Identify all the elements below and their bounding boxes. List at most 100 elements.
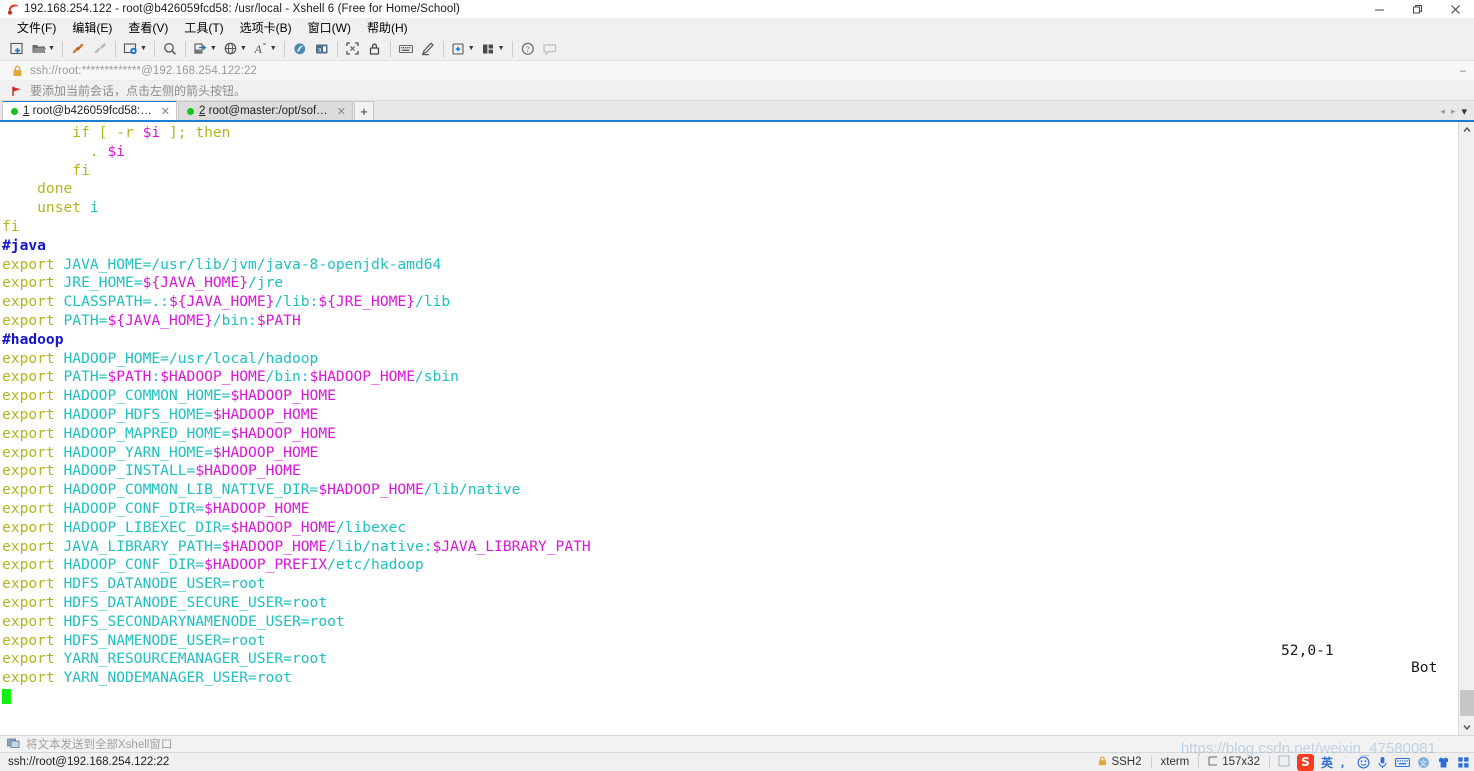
- chevron-down-icon[interactable]: ▼: [468, 45, 475, 52]
- new-session-icon[interactable]: [6, 38, 28, 60]
- terminal-span: $HADOOP_HOME: [230, 424, 336, 442]
- menu-tools[interactable]: 工具(T): [177, 17, 230, 38]
- terminal-span: JAVA_HOME=/usr/lib/jvm/java-8-openjdk-am…: [63, 255, 442, 273]
- ime-punctuation-icon[interactable]: ，: [1340, 755, 1350, 770]
- tab-session-2[interactable]: 2 root@master:/opt/software ✕: [178, 101, 353, 120]
- skin-icon[interactable]: [1437, 756, 1450, 769]
- terminal-span: export: [2, 255, 64, 273]
- close-icon[interactable]: ✕: [161, 105, 170, 118]
- terminal-scrollbar[interactable]: [1458, 122, 1474, 735]
- terminal-line: #hadoop: [2, 331, 1458, 350]
- terminal-area: if [ -r $i ]; then . $i fi done unset if…: [0, 122, 1474, 735]
- terminal-span: HADOOP_HDFS_HOME=: [63, 405, 213, 423]
- quick-command-icon[interactable]: a: [311, 38, 333, 60]
- chat-icon[interactable]: [539, 38, 561, 60]
- menu-edit[interactable]: 编辑(E): [65, 17, 119, 38]
- close-button[interactable]: [1436, 0, 1474, 18]
- address-value[interactable]: ssh://root:*************@192.168.254.122…: [30, 65, 257, 77]
- layout-icon[interactable]: ▼: [478, 38, 508, 60]
- new-tab-icon[interactable]: ▼: [448, 38, 478, 60]
- tab-label: 2 root@master:/opt/software: [199, 105, 330, 117]
- scrollbar-track[interactable]: [1459, 138, 1474, 719]
- terminal-span: /lib/native: [423, 481, 521, 499]
- terminal-span: .: [2, 142, 108, 160]
- toolbar-separator: [114, 40, 116, 57]
- disconnect-icon[interactable]: [89, 38, 111, 60]
- font-size-icon[interactable]: A ▼: [250, 38, 280, 60]
- add-tab-button[interactable]: +: [354, 101, 374, 120]
- menu-window[interactable]: 窗口(W): [301, 17, 358, 38]
- menu-help[interactable]: 帮助(H): [360, 17, 415, 38]
- tab-bar: 1 root@b426059fcd58: /usr/... ✕ 2 root@m…: [0, 101, 1474, 122]
- send-to-all-bar[interactable]: 将文本发送到全部Xshell窗口: [0, 735, 1474, 752]
- tab-session-1[interactable]: 1 root@b426059fcd58: /usr/... ✕: [2, 101, 177, 120]
- vim-scroll-indicator: Bot: [1411, 659, 1438, 676]
- scrollbar-thumb[interactable]: [1459, 690, 1474, 716]
- terminal-span: HADOOP_CONF_DIR=: [63, 499, 205, 517]
- keyboard-icon[interactable]: [1395, 757, 1410, 768]
- tray-misc-icon[interactable]: [1278, 755, 1290, 770]
- tab-menu-icon[interactable]: ▾: [1461, 105, 1467, 118]
- terminal-span: /lib: [414, 293, 451, 311]
- lock-icon[interactable]: [364, 38, 386, 60]
- terminal-span: $HADOOP_HOME: [204, 499, 310, 517]
- microphone-icon[interactable]: [1377, 756, 1388, 769]
- terminal-line: export HADOOP_MAPRED_HOME=$HADOOP_HOME: [2, 425, 1458, 444]
- chevron-down-icon[interactable]: ▼: [140, 45, 147, 52]
- system-tray: S 英 ， 文: [1270, 753, 1470, 771]
- emoji-icon[interactable]: [1357, 756, 1370, 769]
- session-properties-icon[interactable]: ▼: [120, 38, 150, 60]
- close-icon[interactable]: ✕: [337, 105, 346, 118]
- compose-bar-icon[interactable]: [395, 38, 417, 60]
- window-controls: [1360, 0, 1474, 18]
- session-hint-bar: 要添加当前会话，点击左侧的箭头按钮。: [0, 81, 1474, 101]
- chevron-down-icon[interactable]: ▼: [48, 45, 55, 52]
- terminal-span: HADOOP_INSTALL=: [63, 462, 196, 480]
- send-to-all-icon[interactable]: [7, 737, 20, 752]
- scroll-up-icon[interactable]: [1459, 122, 1474, 138]
- terminal-span: JAVA_LIBRARY_PATH=: [63, 537, 222, 555]
- vim-status-line: 52,0-1 Bot: [0, 625, 1474, 693]
- tab-status-dot: [11, 107, 18, 115]
- ime-language-label[interactable]: 英: [1321, 754, 1333, 771]
- scroll-down-icon[interactable]: [1459, 719, 1474, 735]
- highlight-icon[interactable]: [417, 38, 439, 60]
- menu-file[interactable]: 文件(F): [10, 17, 63, 38]
- chevron-down-icon[interactable]: ▼: [498, 45, 505, 52]
- terminal-span: ]; then: [160, 124, 231, 141]
- menu-view[interactable]: 查看(V): [121, 17, 175, 38]
- toolbar-separator: [184, 40, 186, 57]
- apps-icon[interactable]: [1457, 756, 1470, 769]
- menu-tabs[interactable]: 选项卡(B): [233, 17, 299, 38]
- find-icon[interactable]: [159, 38, 181, 60]
- transfer-file-icon[interactable]: ▼: [190, 38, 220, 60]
- sogou-input-icon[interactable]: S: [1296, 753, 1314, 771]
- address-bar[interactable]: ssh://root:*************@192.168.254.122…: [0, 61, 1474, 81]
- chevron-down-icon[interactable]: ▼: [210, 45, 217, 52]
- xshell-window: 192.168.254.122 - root@b426059fcd58: /us…: [0, 0, 1474, 771]
- tab-navigation: ◂ ▸ ▾: [1440, 105, 1474, 120]
- title-bar: 192.168.254.122 - root@b426059fcd58: /us…: [0, 0, 1474, 18]
- collapse-icon[interactable]: ‒: [1460, 65, 1466, 77]
- terminal-line: export HADOOP_HDFS_HOME=$HADOOP_HOME: [2, 406, 1458, 425]
- tab-prev-icon[interactable]: ◂: [1440, 106, 1445, 117]
- minimize-button[interactable]: [1360, 0, 1398, 18]
- terminal-span: export: [2, 593, 64, 611]
- translate-icon[interactable]: 文: [1417, 756, 1430, 769]
- terminal-span: export: [2, 349, 64, 367]
- chevron-down-icon[interactable]: ▼: [270, 45, 277, 52]
- red-flag-icon[interactable]: [11, 85, 23, 97]
- open-session-icon[interactable]: ▼: [28, 38, 58, 60]
- browser-icon[interactable]: ▼: [220, 38, 250, 60]
- connect-icon[interactable]: [67, 38, 89, 60]
- nav-icon[interactable]: [289, 38, 311, 60]
- terminal-span: export: [2, 387, 64, 405]
- fullscreen-icon[interactable]: [342, 38, 364, 60]
- chevron-down-icon[interactable]: ▼: [240, 45, 247, 52]
- toolbar-separator: [511, 40, 513, 57]
- restore-button[interactable]: [1398, 0, 1436, 18]
- lock-icon: [12, 65, 23, 77]
- tab-next-icon[interactable]: ▸: [1451, 106, 1456, 117]
- help-icon[interactable]: ?: [517, 38, 539, 60]
- terminal-span: export: [2, 481, 64, 499]
